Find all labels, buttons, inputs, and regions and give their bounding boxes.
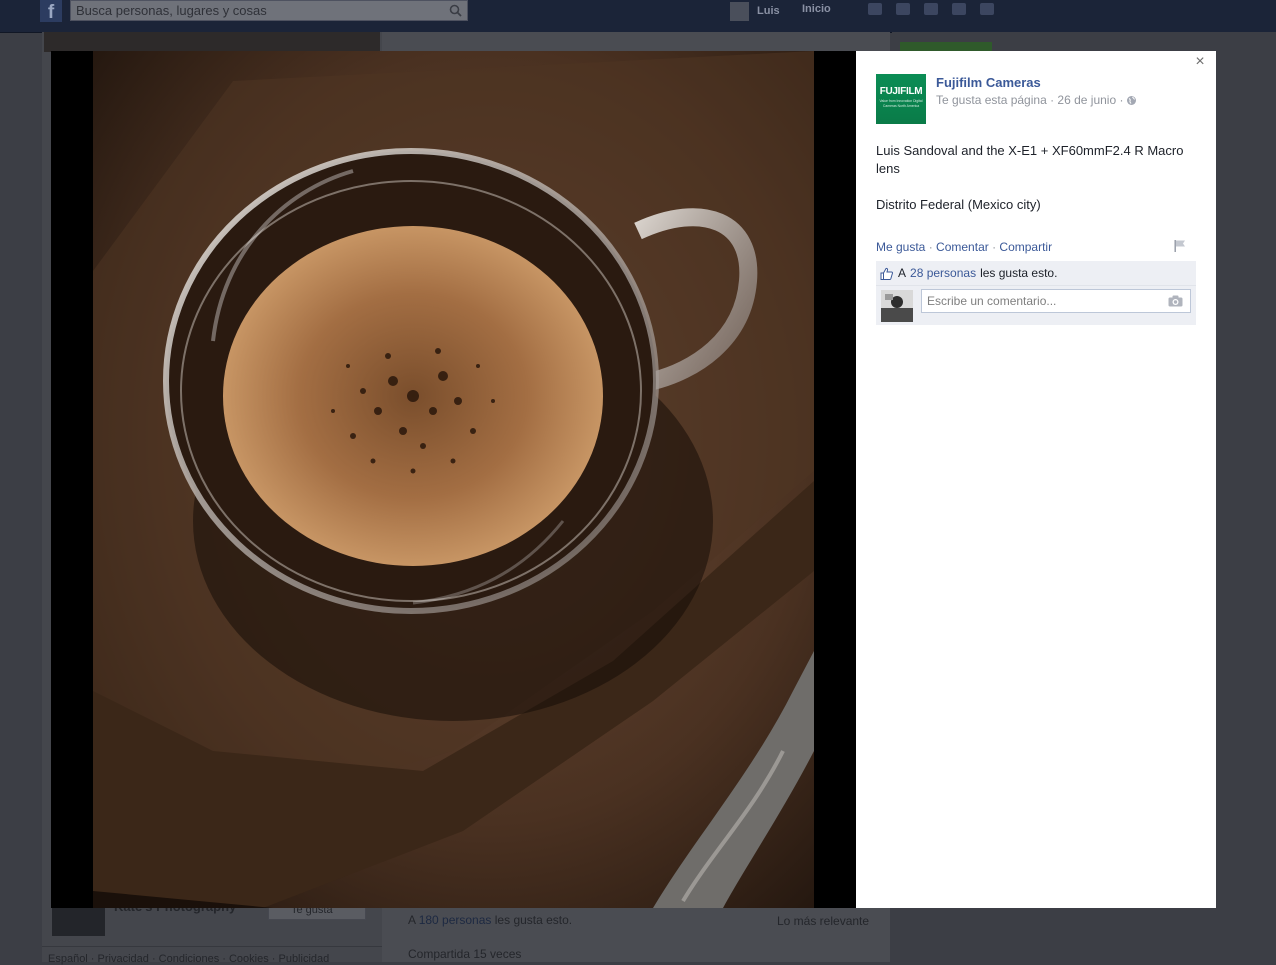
post-date-link[interactable]: 26 de junio	[1057, 93, 1116, 107]
meta-separator: ·	[1046, 93, 1058, 107]
page-like-status: Te gusta esta página	[936, 93, 1047, 107]
post-actions: Me gusta · Comentar · Compartir	[876, 240, 1052, 254]
likes-people-link[interactable]: 28 personas	[906, 266, 980, 280]
likes-prefix: A	[898, 266, 907, 280]
search-input[interactable]	[71, 1, 446, 20]
background-shared-label: Compartida 15 veces	[408, 947, 522, 961]
search-icon[interactable]	[449, 4, 462, 17]
likes-suffix: les gusta esto.	[980, 266, 1058, 280]
background-footer-links: Español · Privacidad · Condiciones · Coo…	[48, 953, 330, 965]
comment-input[interactable]	[922, 290, 1167, 312]
page-avatar[interactable]: FUJIFILM Value from Innovation Digital C…	[876, 74, 926, 124]
commenter-avatar	[881, 290, 913, 322]
camera-icon[interactable]	[1168, 295, 1183, 307]
top-navigation-bar: f Luis Inicio	[0, 0, 1276, 33]
comment-box[interactable]	[921, 289, 1191, 313]
post-meta: Te gusta esta página · 26 de junio ·	[936, 93, 1137, 107]
background-likes-prefix: A	[408, 913, 416, 927]
settings-icon[interactable]	[980, 3, 994, 15]
home-link[interactable]: Inicio	[802, 3, 831, 15]
user-avatar	[730, 1, 749, 21]
likes-comments-box: A 28 personas les gusta esto.	[876, 261, 1196, 325]
background-sort-label: Lo más relevante	[777, 914, 870, 928]
photo-theater[interactable]	[51, 51, 856, 908]
background-likes-line: A 180 personas les gusta esto.	[408, 913, 572, 927]
fujifilm-logo-subtext: Value from Innovation Digital Cameras No…	[879, 99, 923, 108]
facebook-logo-icon[interactable]: f	[40, 0, 62, 23]
top-user-link[interactable]: Luis	[730, 0, 780, 22]
likes-divider	[876, 285, 1196, 286]
action-separator: ·	[928, 240, 937, 254]
close-icon[interactable]: ×	[1193, 54, 1207, 70]
meta-separator: ·	[1116, 93, 1124, 107]
messages-icon[interactable]	[896, 3, 910, 15]
flag-icon[interactable]	[1173, 239, 1186, 252]
like-action-link[interactable]: Me gusta	[876, 240, 925, 254]
notifications-icon[interactable]	[924, 3, 938, 15]
photo-info-panel: × FUJIFILM Value from Innovation Digital…	[856, 51, 1216, 908]
caption-text: Luis Sandoval and the X-E1 + XF60mmF2.4 …	[876, 143, 1184, 176]
top-notification-icons	[868, 3, 994, 15]
thumbs-up-icon	[880, 267, 893, 280]
search-box[interactable]	[70, 0, 468, 21]
post-caption: Luis Sandoval and the X-E1 + XF60mmF2.4 …	[876, 142, 1196, 214]
page-name-link[interactable]: Fujifilm Cameras	[936, 75, 1041, 90]
background-photo-strip	[44, 32, 380, 52]
caption-location: Distrito Federal (Mexico city)	[876, 197, 1041, 212]
commenter-avatar-image	[881, 290, 913, 322]
user-name: Luis	[757, 5, 780, 17]
fujifilm-logo-text: FUJIFILM	[879, 86, 923, 97]
comment-action-link[interactable]: Comentar	[936, 240, 989, 254]
background-likes-suffix: les gusta esto.	[494, 913, 573, 927]
background-likes-link: 180 personas	[418, 913, 492, 927]
globe-icon[interactable]	[1126, 95, 1137, 106]
share-action-link[interactable]: Compartir	[999, 240, 1052, 254]
likes-summary: A 28 personas les gusta esto.	[880, 265, 1057, 281]
coffee-cup-photo[interactable]	[93, 51, 814, 908]
privacy-shortcuts-icon[interactable]	[952, 3, 966, 15]
friend-requests-icon[interactable]	[868, 3, 882, 15]
background-divider	[42, 946, 382, 947]
